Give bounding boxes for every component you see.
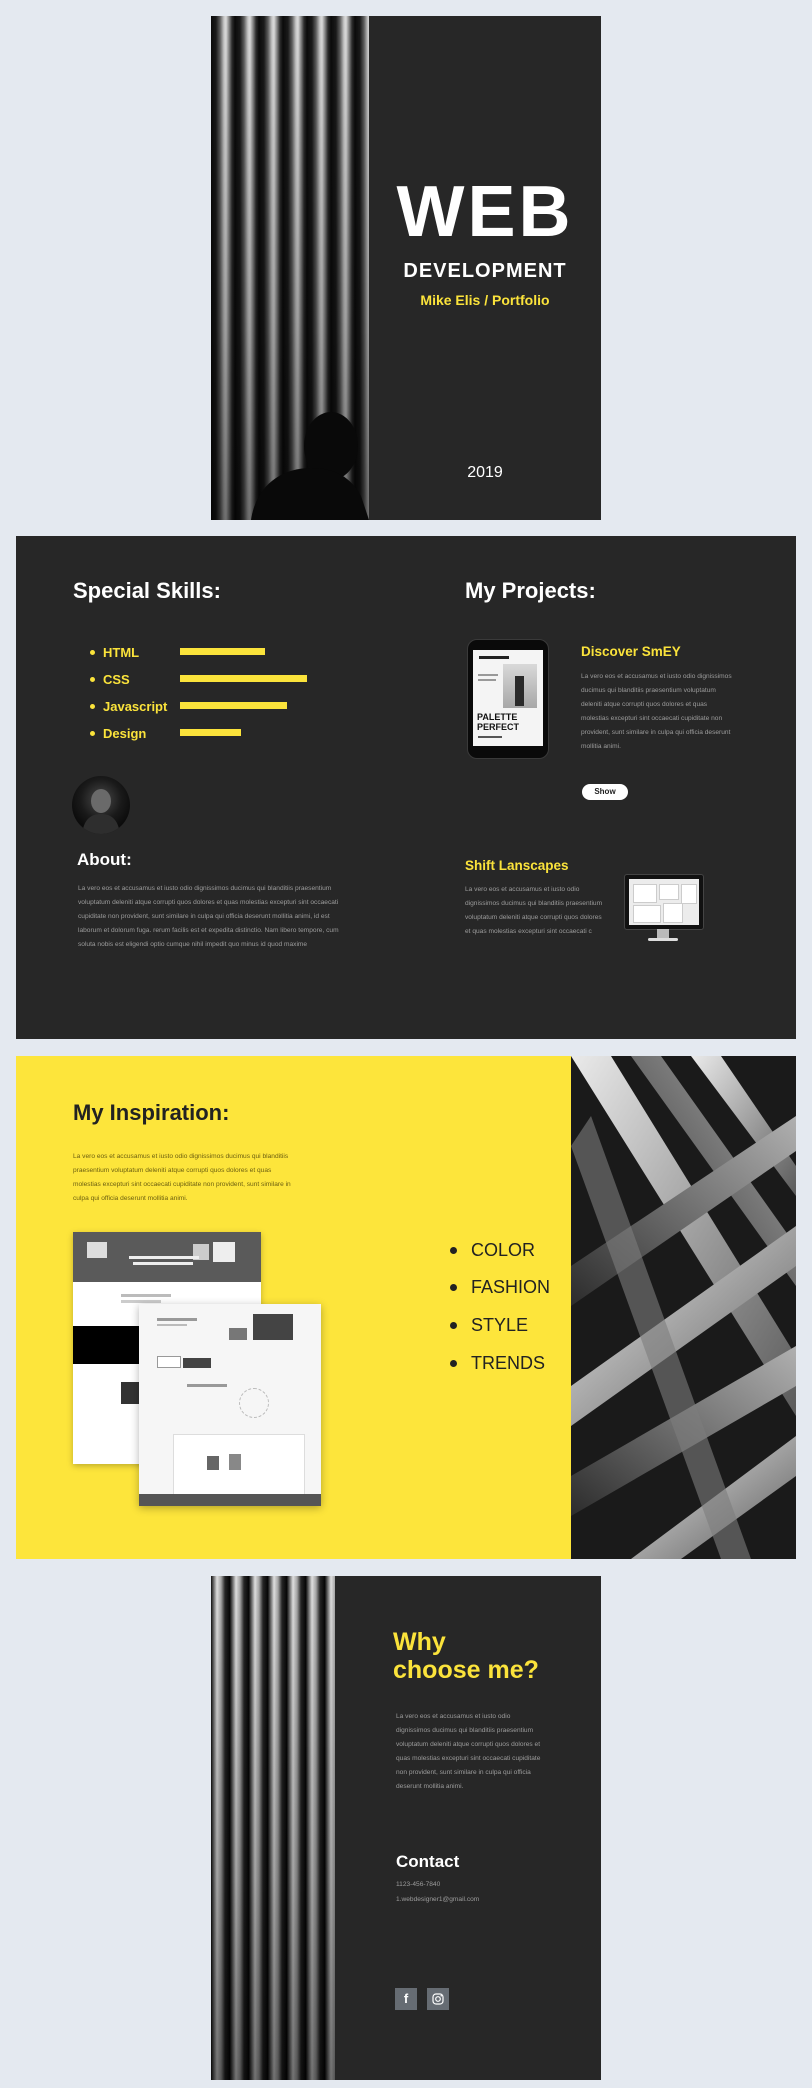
contact-phone: 1123-456-7840	[396, 1881, 441, 1888]
skill-item: HTML	[90, 644, 140, 660]
skill-label: HTML	[103, 644, 140, 660]
inspiration-item: FASHION	[450, 1277, 551, 1298]
why-photo	[211, 1576, 335, 2080]
why-page: Why choose me? La vero eos et accusamus …	[211, 1576, 601, 2080]
person-silhouette	[251, 412, 369, 520]
facebook-icon[interactable]: f	[395, 1988, 417, 2010]
inspiration-label: COLOR	[471, 1240, 536, 1260]
skills-heading: Special Skills:	[73, 578, 221, 603]
skill-label: Javascript	[103, 698, 168, 714]
avatar	[72, 776, 130, 834]
skill-bar	[180, 648, 265, 655]
inspiration-label: STYLE	[471, 1315, 529, 1335]
inspiration-item: STYLE	[450, 1315, 529, 1336]
project-title: Shift Lanscapes	[465, 858, 569, 873]
website-preview-front	[139, 1304, 321, 1506]
inspiration-label: FASHION	[471, 1277, 551, 1297]
inspiration-item: COLOR	[450, 1240, 536, 1261]
inspiration-label: TRENDS	[471, 1353, 546, 1373]
cover-subtitle: DEVELOPMENT	[403, 260, 567, 282]
skill-label: Design	[103, 725, 147, 741]
phone-headline: PALETTE PERFECT	[477, 712, 520, 732]
about-heading: About:	[77, 850, 132, 869]
cover-byline: Mike Elis / Portfolio	[420, 292, 550, 308]
contact-heading: Contact	[396, 1852, 460, 1871]
skill-item: Design	[90, 725, 147, 741]
monitor-screen	[624, 874, 704, 930]
show-button[interactable]: Show	[582, 784, 628, 800]
contact-email: 1.webdesigner1@gmail.com	[396, 1896, 480, 1903]
project-text: La vero eos et accusamus et iusto odio d…	[581, 673, 732, 750]
project-title: Discover SmEY	[581, 644, 681, 659]
cover-photo	[211, 16, 369, 520]
inspiration-heading: My Inspiration:	[73, 1100, 230, 1125]
cover-year: 2019	[467, 464, 503, 481]
skill-bar	[180, 702, 287, 709]
phone-mockup: PALETTE PERFECT	[467, 639, 549, 759]
skill-bar	[180, 675, 307, 682]
skill-label: CSS	[103, 671, 130, 687]
monitor-mockup	[624, 874, 704, 950]
instagram-icon[interactable]	[427, 1988, 449, 2010]
why-heading-line2: choose me?	[393, 1656, 539, 1684]
cover-title: WEB	[396, 172, 574, 252]
phone-screen: PALETTE PERFECT	[473, 650, 543, 746]
inspiration-page: My Inspiration: La vero eos et accusamus…	[16, 1056, 796, 1559]
skill-item: Javascript	[90, 698, 168, 714]
cover-page: WEB DEVELOPMENT Mike Elis / Portfolio 20…	[211, 16, 601, 520]
why-heading-line1: Why	[393, 1628, 446, 1656]
skill-bar	[180, 729, 241, 736]
architecture-photo	[571, 1056, 796, 1559]
project-text: La vero eos et accusamus et iusto odio d…	[465, 886, 603, 935]
about-text: La vero eos et accusamus et iusto odio d…	[78, 885, 339, 948]
why-text: La vero eos et accusamus et iusto odio d…	[396, 1713, 541, 1790]
architecture-lines	[571, 1056, 796, 1559]
inspiration-item: TRENDS	[450, 1353, 546, 1374]
inspiration-text: La vero eos et accusamus et iusto odio d…	[73, 1153, 291, 1202]
projects-heading: My Projects:	[465, 578, 596, 603]
skill-item: CSS	[90, 671, 130, 687]
skills-projects-page: Special Skills: HTML CSS Javascript Desi…	[16, 536, 796, 1039]
